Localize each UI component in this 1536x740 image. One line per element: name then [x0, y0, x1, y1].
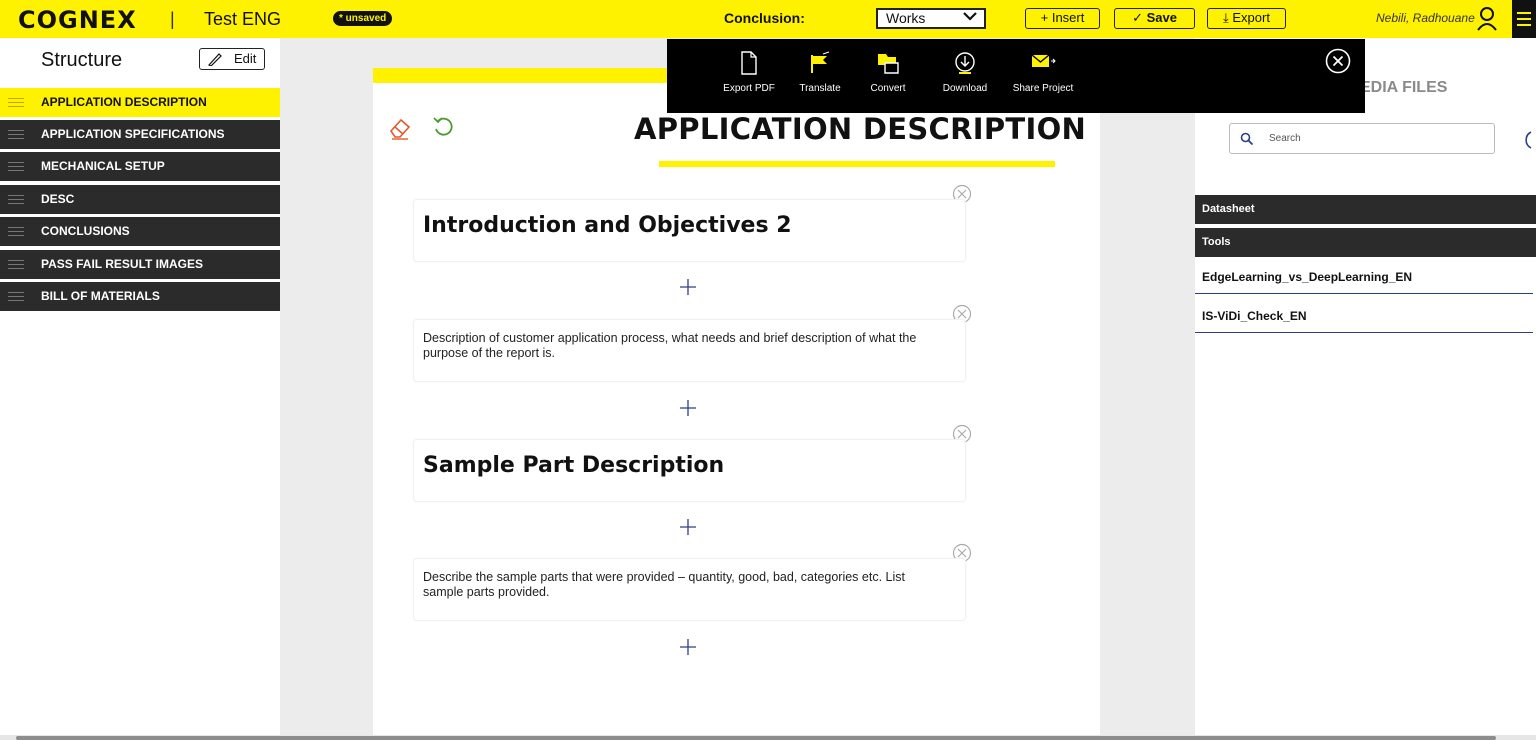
drag-handle-icon[interactable] — [8, 292, 24, 304]
search-placeholder: Search — [1269, 133, 1301, 144]
media-file-item[interactable]: EdgeLearning_vs_DeepLearning_EN — [1195, 260, 1533, 294]
sidebar-item-label: APPLICATION SPECIFICATIONS — [41, 127, 225, 141]
undo-icon[interactable] — [431, 114, 457, 145]
overlay-label: Translate — [799, 83, 841, 94]
download-icon — [955, 52, 975, 74]
media-files-title: EDIA FILES — [1360, 79, 1448, 96]
download-button[interactable]: Download — [933, 51, 997, 94]
block-paragraph[interactable]: Description of customer application proc… — [423, 331, 945, 361]
category-datasheet[interactable]: Datasheet — [1195, 195, 1536, 224]
sidebar-item-label: BILL OF MATERIALS — [41, 289, 160, 303]
folder-convert-icon — [878, 54, 899, 74]
horizontal-scrollbar[interactable] — [0, 735, 1536, 740]
overlay-label: Share Project — [1012, 83, 1074, 94]
paragraph-block[interactable]: Describe the sample parts that were prov… — [413, 558, 966, 621]
overlay-label: Export PDF — [723, 83, 775, 94]
section-title: APPLICATION DESCRIPTION — [634, 112, 1087, 146]
sidebar-item-desc[interactable]: DESC — [0, 185, 280, 214]
project-name: Test ENG — [204, 9, 282, 29]
cognex-logo[interactable]: COGNEX — [18, 6, 137, 34]
close-overlay-icon[interactable] — [1325, 48, 1351, 79]
export-button[interactable]: ⤓ Export — [1207, 8, 1286, 29]
hamburger-menu-icon[interactable] — [1512, 0, 1536, 38]
heading-block[interactable]: Introduction and Objectives 2 — [413, 199, 966, 262]
add-block-icon[interactable] — [678, 398, 698, 418]
sidebar-item-label: APPLICATION DESCRIPTION — [41, 95, 207, 109]
overlay-label: Convert — [870, 83, 906, 94]
add-block-icon[interactable] — [678, 637, 698, 657]
overlay-label: Download — [942, 83, 988, 94]
heading-block[interactable]: Sample Part Description — [413, 439, 966, 502]
logo-separator: | — [170, 9, 175, 29]
sidebar-item-label: PASS FAIL RESULT IMAGES — [41, 257, 204, 271]
sidebar-item-pass-fail-result-images[interactable]: PASS FAIL RESULT IMAGES — [0, 250, 280, 279]
block-heading[interactable]: Introduction and Objectives 2 — [423, 213, 792, 238]
conclusion-select[interactable]: Works — [876, 8, 986, 29]
export-actions-overlay: Export PDF Translate Convert Download Sh… — [667, 39, 1365, 113]
drag-handle-icon[interactable] — [8, 260, 24, 272]
sidebar-item-label: DESC — [41, 192, 75, 206]
sidebar-item-label: CONCLUSIONS — [41, 224, 130, 238]
drag-handle-icon[interactable] — [8, 162, 24, 174]
block-heading[interactable]: Sample Part Description — [423, 453, 724, 478]
add-block-icon[interactable] — [678, 277, 698, 297]
sidebar-item-conclusions[interactable]: CONCLUSIONS — [0, 217, 280, 246]
conclusion-label: Conclusion: — [724, 10, 805, 26]
media-search-input[interactable]: Search — [1229, 123, 1495, 154]
document-page — [373, 68, 1100, 735]
category-tools[interactable]: Tools — [1195, 228, 1536, 257]
pencil-icon — [208, 53, 222, 66]
unsaved-badge: * unsaved — [333, 11, 393, 26]
block-paragraph[interactable]: Describe the sample parts that were prov… — [423, 570, 945, 600]
insert-button[interactable]: + Insert — [1025, 8, 1100, 29]
edit-button[interactable]: Edit — [199, 48, 265, 70]
top-bar: COGNEX | Test ENG * unsaved Conclusion: … — [0, 0, 1536, 38]
structure-title: Structure — [41, 49, 123, 71]
share-project-button[interactable]: Share Project — [1003, 51, 1083, 94]
drag-handle-icon[interactable] — [8, 130, 24, 142]
translate-button[interactable]: Translate — [789, 51, 851, 94]
sidebar-item-mechanical-setup[interactable]: MECHANICAL SETUP — [0, 152, 280, 181]
sidebar-item-label: MECHANICAL SETUP — [41, 159, 165, 173]
title-underline — [659, 161, 1055, 167]
sidebar-item-application-specifications[interactable]: APPLICATION SPECIFICATIONS — [0, 120, 280, 149]
sidebar-item-bill-of-materials[interactable]: BILL OF MATERIALS — [0, 282, 280, 311]
sidebar-item-application-description[interactable]: APPLICATION DESCRIPTION — [0, 88, 280, 117]
mail-share-icon — [1031, 54, 1056, 67]
chevron-down-icon — [962, 9, 978, 26]
paragraph-block[interactable]: Description of customer application proc… — [413, 319, 966, 382]
edit-label: Edit — [234, 51, 257, 66]
search-icon — [1240, 132, 1254, 146]
file-icon — [741, 51, 757, 75]
drag-handle-icon[interactable] — [8, 98, 24, 110]
eraser-icon[interactable] — [388, 116, 412, 145]
convert-button[interactable]: Convert — [857, 51, 919, 94]
user-icon[interactable] — [1476, 6, 1498, 37]
scrollbar-thumb[interactable] — [16, 736, 1496, 740]
drag-handle-icon[interactable] — [8, 227, 24, 239]
export-pdf-button[interactable]: Export PDF — [717, 51, 781, 94]
media-file-item[interactable]: IS-ViDi_Check_EN — [1195, 299, 1533, 333]
user-name[interactable]: Nebili, Radhouane — [1376, 11, 1475, 25]
drag-handle-icon[interactable] — [8, 195, 24, 207]
save-button[interactable]: ✓ Save — [1114, 8, 1195, 29]
add-block-icon[interactable] — [678, 517, 698, 537]
refresh-icon[interactable] — [1519, 129, 1533, 156]
conclusion-value: Works — [886, 10, 926, 26]
flag-icon — [811, 51, 830, 73]
